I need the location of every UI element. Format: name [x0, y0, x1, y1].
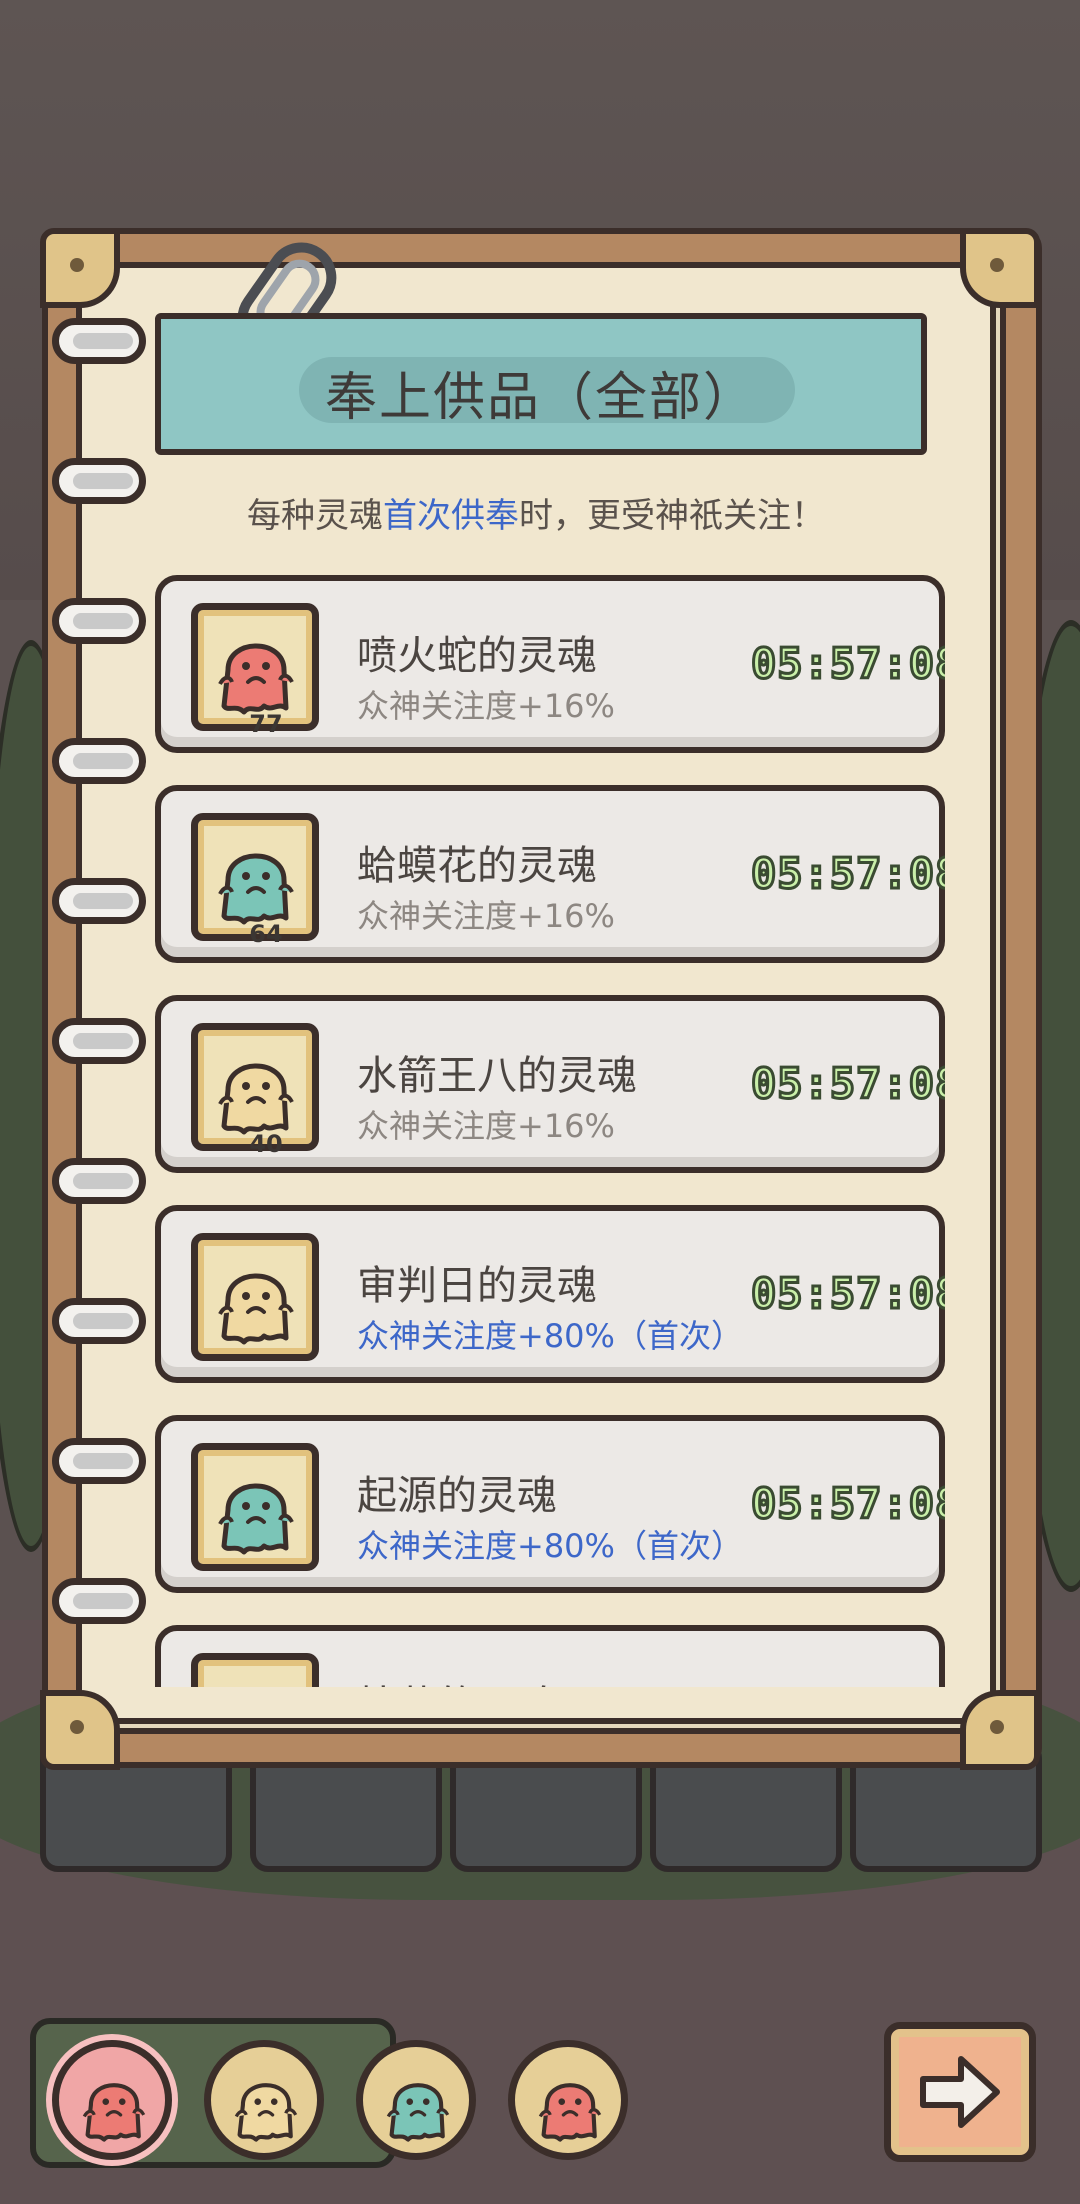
subtitle-highlight: 首次供奉: [383, 496, 519, 536]
tab-teal-souls[interactable]: [356, 2040, 476, 2160]
soul-icon-frame: 64: [191, 813, 319, 948]
corner-bracket-icon: [960, 228, 1040, 308]
soul-name: 水箭王八的灵魂: [357, 1053, 637, 1099]
tab-red-souls[interactable]: [508, 2040, 628, 2160]
ghost-soul-icon: [216, 1254, 296, 1346]
ghost-soul-icon: [386, 2083, 450, 2142]
ghost-soul-icon: [216, 624, 296, 716]
arrow-right-icon: [920, 2056, 1000, 2128]
soul-row[interactable]: 64 蛤蟆花的灵魂众神关注度+16% 05:57:08: [155, 785, 945, 963]
binder-ring-icon: [52, 1438, 146, 1484]
ghost-soul-icon: [82, 2083, 146, 2142]
binder-ring-icon: [52, 1158, 146, 1204]
title-banner: 奉上供品（全部）: [155, 313, 927, 455]
soul-timer: 05:57:08: [749, 1478, 945, 1530]
soul-bonus: 众神关注度+16%: [357, 1107, 615, 1145]
soul-name: 蛤蟆花的灵魂: [357, 843, 597, 889]
ghost-soul-icon: [234, 2083, 298, 2142]
soul-list[interactable]: 77 喷火蛇的灵魂 众神关注度+16% 05:57:08 64 蛤蟆花的灵魂 众神关注度+1…: [155, 575, 945, 1687]
soul-count: 64: [249, 920, 283, 948]
soul-row[interactable]: 40 水箭王八的灵魂众神关注度+16% 05:57:08: [155, 995, 945, 1173]
corner-bracket-icon: [40, 228, 120, 308]
binder-ring-icon: [52, 878, 146, 924]
binder-ring-icon: [52, 1018, 146, 1064]
soul-count: 77: [249, 710, 283, 738]
ghost-soul-icon: [538, 2083, 602, 2142]
soul-bonus: 众神关注度+16%: [357, 687, 615, 725]
binder-ring-icon: [52, 738, 146, 784]
soul-bonus: 众神关注度+80%（首次）: [357, 1317, 743, 1355]
page-title: 奉上供品（全部）: [324, 368, 757, 428]
binder-ring-icon: [52, 598, 146, 644]
soul-row[interactable]: 起源的灵魂众神关注度+80%（首次） 05:57:08: [155, 1415, 945, 1593]
soul-timer: 05:57:08: [749, 638, 945, 690]
binder-ring-icon: [52, 1298, 146, 1344]
ghost-soul-icon: [216, 1044, 296, 1136]
tab-all-souls[interactable]: [52, 2040, 172, 2160]
tab-yellow-souls[interactable]: [204, 2040, 324, 2160]
soul-icon-frame: 40: [191, 1023, 319, 1158]
soul-name: 起源的灵魂: [357, 1473, 557, 1519]
subtitle-post: 时，更受神祇关注！: [519, 496, 825, 536]
binder-ring-icon: [52, 318, 146, 364]
soul-name: 喷火蛇的灵魂: [357, 633, 597, 679]
soul-icon-frame: [191, 1653, 319, 1687]
subtitle: 每种灵魂首次供奉时，更受神祇关注！: [76, 488, 996, 537]
corner-bracket-icon: [40, 1690, 120, 1770]
soul-icon-frame: [191, 1233, 319, 1361]
soul-row[interactable]: 枯萎的灵魂: [155, 1625, 945, 1687]
soul-timer: 05:57:08: [749, 1058, 945, 1110]
soul-timer: 05:57:08: [749, 1268, 945, 1320]
soul-row[interactable]: 审判日的灵魂众神关注度+80%（首次） 05:57:08: [155, 1205, 945, 1383]
soul-name: 审判日的灵魂: [357, 1263, 597, 1309]
soul-icon-frame: [191, 1443, 319, 1571]
ghost-soul-icon: [216, 834, 296, 926]
subtitle-pre: 每种灵魂: [247, 496, 383, 536]
ghost-soul-icon: [216, 1674, 296, 1687]
soul-bonus: 众神关注度+80%（首次）: [357, 1527, 743, 1565]
next-button[interactable]: [884, 2022, 1036, 2162]
soul-name: 枯萎的灵魂: [357, 1673, 557, 1687]
soul-bonus: 众神关注度+16%: [357, 897, 615, 935]
ghost-soul-icon: [216, 1464, 296, 1556]
soul-timer: 05:57:08: [749, 848, 945, 900]
soul-row[interactable]: 77 喷火蛇的灵魂众神关注度+16% 05:57:08: [155, 575, 945, 753]
binder-ring-icon: [52, 1578, 146, 1624]
corner-bracket-icon: [960, 1690, 1040, 1770]
soul-count: 40: [249, 1130, 283, 1158]
soul-icon-frame: 77: [191, 603, 319, 738]
